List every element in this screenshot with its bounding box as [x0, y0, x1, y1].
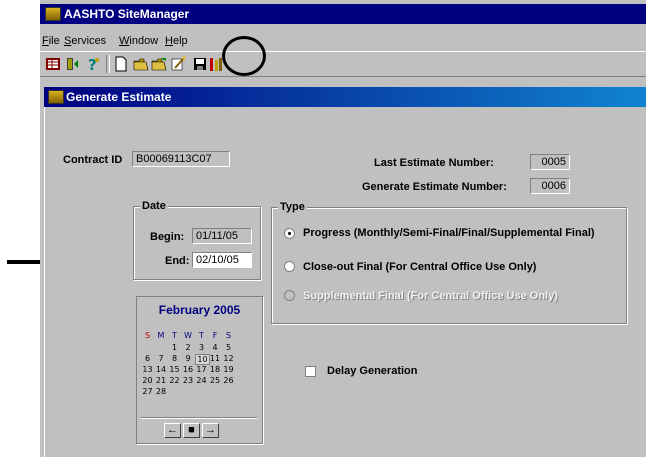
window-titlebar: Generate Estimate	[44, 87, 646, 107]
app-logo-icon	[45, 7, 61, 21]
calendar-month-label: February 2005	[158, 303, 241, 317]
new-document-icon[interactable]	[113, 56, 129, 72]
last-estimate-field: 0005	[530, 154, 570, 170]
date-group-title: Date	[140, 200, 168, 212]
calendar-day[interactable]: 3	[195, 343, 208, 352]
calendar-day[interactable]: 19	[222, 365, 235, 374]
calendar-next-button[interactable]: →	[202, 423, 219, 438]
calendar-day[interactable]: 23	[182, 376, 195, 385]
end-date-field[interactable]: 02/10/05	[192, 252, 252, 268]
menu-window[interactable]: Window	[119, 35, 158, 47]
progress-radio-label[interactable]: Progress (Monthly/Semi-Final/Final/Suppl…	[303, 227, 595, 239]
app-titlebar: AASHTO SiteManager	[40, 4, 646, 24]
calendar-day[interactable]: 7	[155, 354, 168, 363]
closeout-final-radio-label[interactable]: Close-out Final (For Central Office Use …	[303, 261, 536, 273]
open-folder-icon[interactable]	[151, 56, 167, 72]
calendar-day[interactable]: 11	[209, 354, 222, 363]
help-icon[interactable]: ?	[85, 56, 101, 72]
calendar-day[interactable]: 21	[155, 376, 168, 385]
calendar-day[interactable]: 16	[182, 365, 195, 374]
menu-services[interactable]: Services	[64, 35, 106, 47]
calendar-weekday-header-cell: S	[144, 331, 151, 340]
calendar-day[interactable]: 28	[155, 387, 168, 396]
delay-generation-label[interactable]: Delay Generation	[327, 365, 417, 377]
window-title: Generate Estimate	[66, 90, 172, 104]
last-estimate-label: Last Estimate Number:	[374, 157, 494, 169]
contract-id-field: B00069113C07	[132, 151, 230, 167]
calendar-day[interactable]: 8	[168, 354, 181, 363]
supplemental-final-radio	[284, 290, 295, 301]
svg-text:?: ?	[88, 56, 97, 72]
menu-help[interactable]: Help	[165, 35, 188, 47]
progress-radio[interactable]	[284, 228, 295, 239]
calendar-prev-button[interactable]: ←	[164, 423, 181, 438]
calendar-day[interactable]: 4	[209, 343, 222, 352]
exit-icon[interactable]	[65, 56, 81, 72]
grid-icon[interactable]	[45, 56, 61, 72]
calendar-day[interactable]: 14	[155, 365, 168, 374]
app-title: AASHTO SiteManager	[64, 7, 190, 21]
calendar-weekday-header-cell: M	[157, 331, 165, 340]
calendar-weekday-header-cell: T	[199, 331, 204, 340]
begin-label: Begin:	[150, 231, 185, 243]
calendar-weekday-header-cell: F	[212, 331, 218, 340]
delay-generation-checkbox[interactable]	[305, 366, 316, 377]
menu-file[interactable]: File	[42, 35, 60, 47]
calendar-today-button[interactable]: ■	[183, 423, 200, 438]
generate-estimate-label: Generate Estimate Number:	[362, 181, 507, 193]
wizard-icon[interactable]	[170, 56, 186, 72]
calendar-day[interactable]: 13	[141, 365, 154, 374]
calendar-day[interactable]: 2	[182, 343, 195, 352]
toolbar-separator	[106, 55, 110, 73]
toolbar: ?	[40, 51, 646, 77]
calendar-weekday-header-cell: W	[184, 331, 192, 340]
save-icon[interactable]	[192, 56, 208, 72]
calendar-day[interactable]: 18	[209, 365, 222, 374]
begin-date-field[interactable]: 01/11/05	[192, 228, 252, 244]
calendar-day[interactable]: 20	[141, 376, 154, 385]
generate-estimate-field: 0006	[530, 178, 570, 194]
calendar-day[interactable]: 15	[168, 365, 181, 374]
calendar-day[interactable]: 25	[209, 376, 222, 385]
menu-bar: File Services Window Help	[40, 34, 646, 50]
annotation-circle	[222, 36, 266, 76]
calendar-day[interactable]: 6	[141, 354, 154, 363]
window-icon	[48, 90, 64, 104]
calendar-day[interactable]: 22	[168, 376, 181, 385]
open-folder-icon[interactable]	[133, 56, 149, 72]
calendar-day[interactable]: 26	[222, 376, 235, 385]
calendar: February 2005 SMTWTFS 1 2 3 4 5 6 7 8 9 10 11 12 13 1…	[136, 296, 263, 444]
type-group-title: Type	[278, 201, 307, 213]
calendar-day[interactable]: 17	[195, 365, 208, 374]
contract-id-label: Contract ID	[63, 154, 123, 166]
calendar-weekday-header-cell: T	[172, 331, 177, 340]
calendar-divider	[141, 417, 257, 419]
calendar-day[interactable]: 9	[182, 354, 195, 363]
calendar-day[interactable]: 27	[141, 387, 154, 396]
supplemental-final-radio-label: Supplemental Final (For Central Office U…	[303, 290, 558, 302]
closeout-final-radio[interactable]	[284, 261, 295, 272]
calendar-day[interactable]: 5	[222, 343, 235, 352]
calendar-day[interactable]: 24	[195, 376, 208, 385]
calendar-day[interactable]: 1	[168, 343, 181, 352]
calendar-weekday-header-cell: S	[225, 331, 232, 340]
calendar-day[interactable]: 12	[222, 354, 235, 363]
end-label: End:	[165, 255, 190, 267]
